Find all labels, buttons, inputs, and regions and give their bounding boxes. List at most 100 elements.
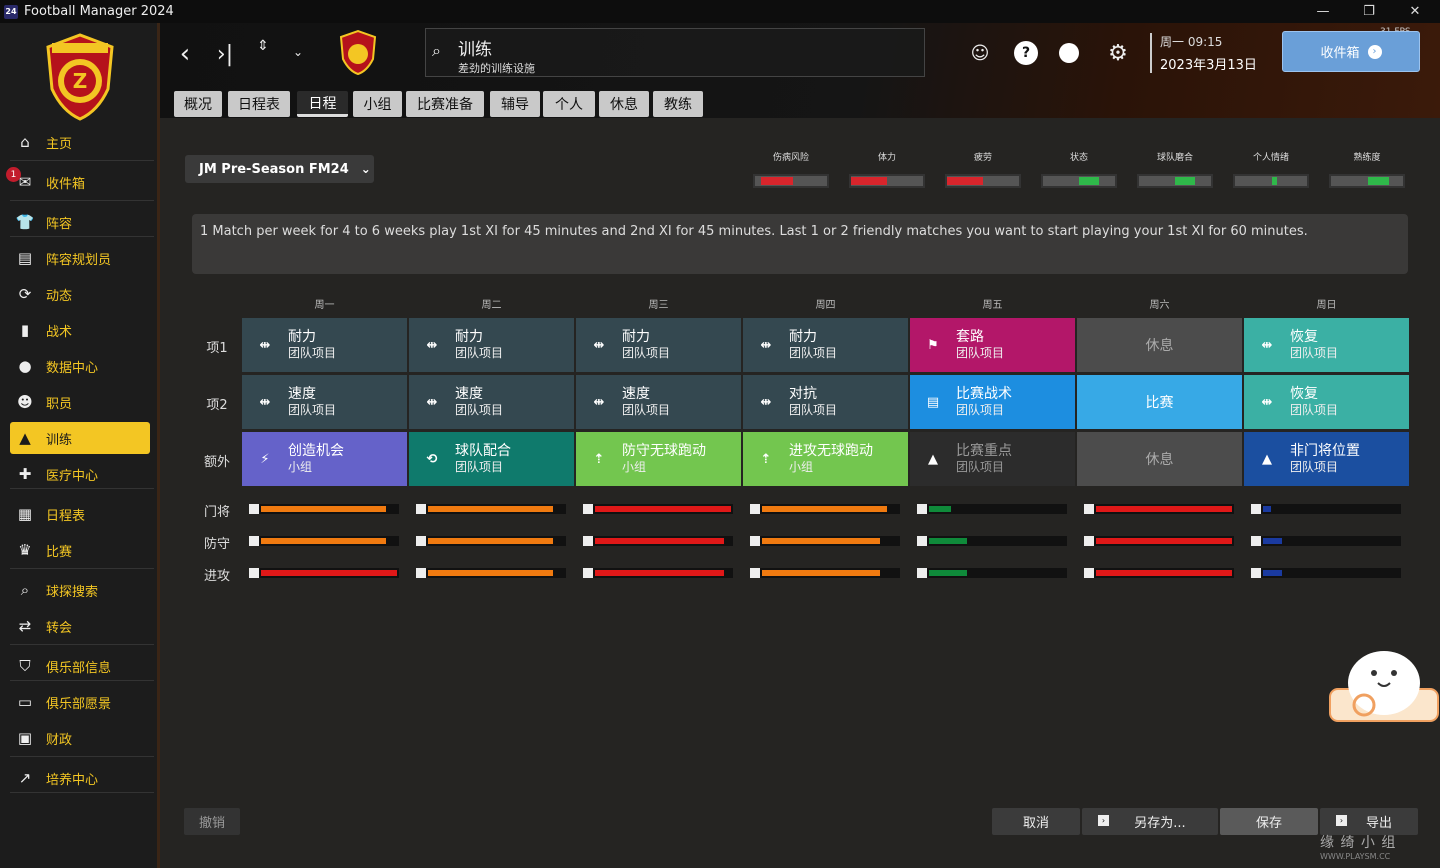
training-load-bar[interactable]: [583, 536, 733, 546]
sidebar-item-home[interactable]: ⌂ 主页: [10, 126, 150, 158]
training-load-bar[interactable]: [416, 504, 566, 514]
session-cell[interactable]: ⚡ 创造机会 小组: [242, 432, 407, 486]
mascot-widget-icon[interactable]: [1328, 643, 1440, 723]
session-title: 休息: [1145, 338, 1174, 354]
sidebar-item-shield[interactable]: ⛉ 俱乐部信息: [10, 650, 150, 682]
sidebar-item-dynamics[interactable]: ⟳ 动态: [10, 278, 150, 310]
session-cell[interactable]: ⇡ 进攻无球跑动 小组: [743, 432, 908, 486]
sidebar-item-medical[interactable]: ✚ 医疗中心: [10, 458, 150, 490]
tab-1[interactable]: 日程表: [228, 91, 290, 117]
training-load-bar[interactable]: [1251, 536, 1401, 546]
tab-0[interactable]: 概况: [174, 91, 222, 117]
session-cell[interactable]: ⇹ 耐力 团队项目: [409, 318, 574, 372]
training-load-bar[interactable]: [1084, 536, 1234, 546]
session-cell[interactable]: ▲ 非门将位置 团队项目: [1244, 432, 1409, 486]
search-box[interactable]: ⌕ 训练 差劲的训练设施: [425, 28, 925, 77]
club-crest-logo[interactable]: Z: [40, 33, 120, 121]
club-badge-icon[interactable]: [337, 29, 379, 75]
help-icon[interactable]: ?: [1014, 41, 1038, 65]
session-cell[interactable]: ⇹ 速度 团队项目: [409, 375, 574, 429]
maximize-button[interactable]: ❐: [1346, 0, 1392, 23]
tab-4[interactable]: 比赛准备: [406, 91, 484, 117]
save-as-button[interactable]: › 另存为...: [1082, 808, 1218, 835]
training-load-bar[interactable]: [750, 504, 900, 514]
training-load-bar[interactable]: [1084, 568, 1234, 578]
cancel-button[interactable]: 取消: [992, 808, 1080, 835]
session-subtitle: 小组: [622, 460, 647, 474]
tab-2[interactable]: 日程: [297, 91, 348, 117]
session-cell[interactable]: ⇹ 对抗 团队项目: [743, 375, 908, 429]
session-cell[interactable]: ▤ 比赛战术 团队项目: [910, 375, 1075, 429]
back-icon[interactable]: ‹: [170, 37, 200, 71]
gear-icon[interactable]: ⚙: [1104, 39, 1132, 67]
chevron-down-icon[interactable]: ⌄: [288, 39, 308, 65]
face-icon[interactable]: ☺: [968, 41, 992, 65]
session-cell[interactable]: ⇹ 耐力 团队项目: [576, 318, 741, 372]
training-load-bar[interactable]: [583, 504, 733, 514]
undo-button[interactable]: 撤销: [184, 808, 240, 835]
sidebar-item-scouting[interactable]: ⌕ 球探搜索: [10, 574, 150, 606]
minimize-button[interactable]: —: [1300, 0, 1346, 23]
training-load-bar[interactable]: [750, 536, 900, 546]
training-load-bar[interactable]: [416, 568, 566, 578]
up-down-arrows-icon[interactable]: ⇕: [250, 33, 276, 59]
sidebar-item-tactics[interactable]: ▮ 战术: [10, 314, 150, 346]
training-load-bar[interactable]: [1084, 504, 1234, 514]
training-load-bar[interactable]: [917, 568, 1067, 578]
session-type-icon: ⟲: [426, 451, 438, 467]
training-load-bar[interactable]: [583, 568, 733, 578]
tab-6[interactable]: 个人: [543, 91, 595, 117]
continue-inbox-button[interactable]: 收件箱 ›: [1282, 31, 1420, 72]
session-cell[interactable]: ⇡ 防守无球跑动 小组: [576, 432, 741, 486]
game-clock[interactable]: 周一 09:15 2023年3月13日: [1150, 33, 1270, 73]
forward-icon[interactable]: ›|: [212, 37, 238, 71]
training-load-bar[interactable]: [249, 536, 399, 546]
session-cell[interactable]: 休息: [1077, 318, 1242, 372]
sidebar-item-clipboard[interactable]: ▤ 阵容规划员: [10, 242, 150, 274]
sidebar-item-staff[interactable]: ☻ 职员: [10, 386, 150, 418]
sidebar-item-squad[interactable]: 👕 阵容: [10, 206, 150, 238]
training-load-bar[interactable]: [1251, 568, 1401, 578]
training-load-bar[interactable]: [249, 568, 399, 578]
session-cell[interactable]: ▲ 比赛重点 团队项目: [910, 432, 1075, 486]
sidebar-item-development[interactable]: ↗ 培养中心: [10, 762, 150, 794]
session-cell[interactable]: ⇹ 恢复 团队项目: [1244, 375, 1409, 429]
session-cell[interactable]: ⇹ 速度 团队项目: [242, 375, 407, 429]
sidebar-item-label: 阵容: [46, 216, 73, 232]
session-cell[interactable]: ⇹ 速度 团队项目: [576, 375, 741, 429]
sidebar-divider: [10, 160, 154, 161]
session-cell[interactable]: ⇹ 耐力 团队项目: [743, 318, 908, 372]
sidebar-item-briefcase[interactable]: ▭ 俱乐部愿景: [10, 686, 150, 718]
session-cell[interactable]: ⚑ 套路 团队项目: [910, 318, 1075, 372]
training-load-bar[interactable]: [750, 568, 900, 578]
save-button[interactable]: 保存: [1220, 808, 1318, 835]
close-button[interactable]: ✕: [1392, 0, 1438, 23]
sidebar-item-trophy[interactable]: ♛ 比赛: [10, 534, 150, 566]
tab-8[interactable]: 教练: [653, 91, 703, 117]
sidebar-item-inbox[interactable]: ✉ 1 收件箱: [6, 166, 150, 198]
sidebar-item-calendar[interactable]: ▦ 日程表: [10, 498, 150, 530]
training-load-bar[interactable]: [917, 536, 1067, 546]
training-load-bar[interactable]: [249, 504, 399, 514]
sidebar-item-transfers[interactable]: ⇄ 转会: [10, 610, 150, 642]
schedule-selector[interactable]: JM Pre-Season FM24 ⌄: [185, 155, 374, 183]
session-cell[interactable]: 比赛: [1077, 375, 1242, 429]
tab-5[interactable]: 辅导: [490, 91, 540, 117]
export-button[interactable]: › 导出: [1320, 808, 1418, 835]
training-load-bar[interactable]: [1251, 504, 1401, 514]
load-bar-fill: [929, 570, 968, 576]
record-icon[interactable]: [1059, 43, 1079, 63]
sidebar-item-data-hub[interactable]: ● 数据中心: [10, 350, 150, 382]
sidebar-divider: [10, 756, 154, 757]
training-load-bar[interactable]: [416, 536, 566, 546]
day-header: 周一: [314, 300, 335, 311]
tab-7[interactable]: 休息: [599, 91, 649, 117]
tab-3[interactable]: 小组: [353, 91, 402, 117]
session-cell[interactable]: ⟲ 球队配合 团队项目: [409, 432, 574, 486]
training-load-bar[interactable]: [917, 504, 1067, 514]
session-cell[interactable]: ⇹ 耐力 团队项目: [242, 318, 407, 372]
sidebar-item-finance[interactable]: ▣ 财政: [10, 722, 150, 754]
session-cell[interactable]: ⇹ 恢复 团队项目: [1244, 318, 1409, 372]
sidebar-item-training-cone[interactable]: ▲ 训练: [10, 422, 150, 454]
session-cell[interactable]: 休息: [1077, 432, 1242, 486]
